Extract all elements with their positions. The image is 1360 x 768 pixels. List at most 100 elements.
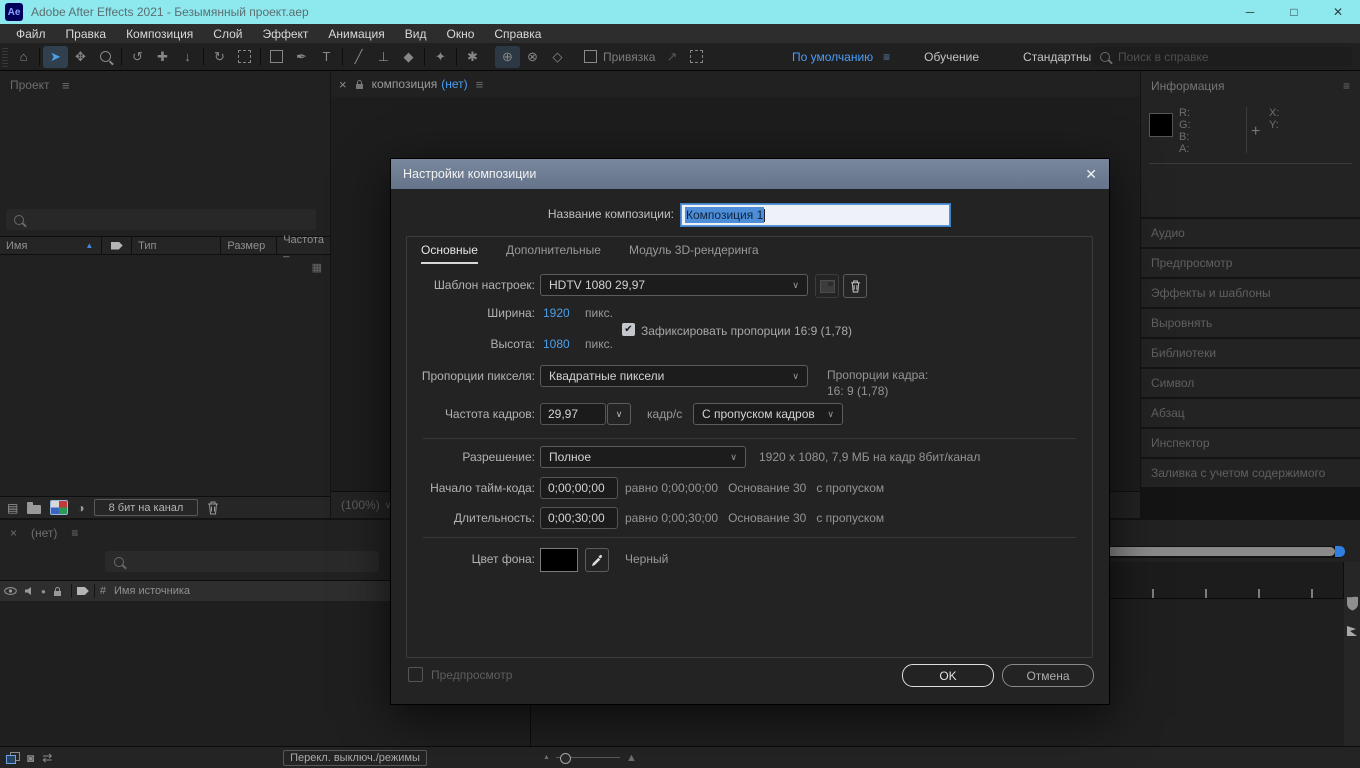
- dialog-tab[interactable]: Модуль 3D-рендеринга: [629, 243, 759, 264]
- menu-item[interactable]: Слой: [203, 27, 252, 41]
- menu-item[interactable]: Анимация: [318, 27, 394, 41]
- panel-header[interactable]: Символ: [1141, 369, 1360, 397]
- source-name-column[interactable]: Имя источника: [114, 585, 190, 597]
- close-icon[interactable]: ✕: [1316, 0, 1360, 24]
- lock-icon[interactable]: [355, 79, 364, 90]
- mask-visibility-icon[interactable]: [684, 46, 709, 68]
- dialog-title-bar[interactable]: Настройки композиции ✕: [391, 159, 1109, 189]
- cancel-button[interactable]: Отмена: [1002, 664, 1094, 687]
- pixel-aspect-dropdown[interactable]: Квадратные пиксели ∨: [540, 365, 808, 387]
- dolly-camera-tool-icon[interactable]: ↓: [175, 46, 200, 68]
- workspace-tab[interactable]: Обучение: [907, 50, 1006, 64]
- comp-marker-icon[interactable]: [1346, 595, 1359, 611]
- panel-menu-icon[interactable]: ≡: [476, 77, 484, 92]
- delete-preset-button[interactable]: [843, 274, 867, 298]
- zoom-out-icon[interactable]: ▲: [543, 754, 550, 761]
- lock-icon[interactable]: [53, 586, 62, 597]
- maximize-icon[interactable]: □: [1272, 0, 1316, 24]
- preview-checkbox[interactable]: [408, 667, 423, 682]
- save-preset-button[interactable]: [815, 274, 839, 298]
- width-value[interactable]: 1920: [543, 306, 570, 320]
- panel-grip[interactable]: [2, 46, 8, 67]
- start-timecode-input[interactable]: 0;00;00;00: [540, 477, 618, 499]
- hand-tool-icon[interactable]: ✥: [68, 46, 93, 68]
- project-search-input[interactable]: [6, 209, 316, 230]
- timeline-search-input[interactable]: [105, 551, 379, 572]
- roto-brush-tool-icon[interactable]: ✦: [428, 46, 453, 68]
- puppet-pin-tool-icon[interactable]: ✱: [460, 46, 485, 68]
- dialog-tab[interactable]: Дополнительные: [506, 243, 601, 264]
- clone-stamp-tool-icon[interactable]: ⊥: [371, 46, 396, 68]
- zoom-slider-knob[interactable]: [559, 753, 571, 764]
- panel-menu-icon[interactable]: ≡: [62, 78, 70, 93]
- preview-toggle[interactable]: Предпросмотр: [408, 667, 512, 682]
- column-size[interactable]: Размер: [221, 237, 278, 254]
- panel-header[interactable]: Заливка с учетом содержимого: [1141, 459, 1360, 487]
- panel-header[interactable]: Библиотеки: [1141, 339, 1360, 367]
- toolbar-separator[interactable]: [456, 47, 457, 66]
- menu-item[interactable]: Файл: [6, 27, 56, 41]
- footage-icon[interactable]: ▤: [7, 501, 18, 515]
- column-name[interactable]: Имя ▲: [0, 237, 103, 254]
- in-out-icon[interactable]: ⇄: [42, 751, 52, 765]
- menu-item[interactable]: Правка: [56, 27, 117, 41]
- viewer-tab-label[interactable]: композиция: [372, 77, 438, 91]
- close-icon[interactable]: ✕: [1085, 166, 1097, 183]
- resolution-dropdown[interactable]: Полное ∨: [540, 446, 746, 468]
- panel-menu-icon[interactable]: ≡: [1343, 79, 1350, 93]
- bit-depth-button[interactable]: 8 бит на канал: [93, 499, 199, 516]
- speaker-icon[interactable]: [24, 586, 34, 596]
- panel-header[interactable]: Эффекты и шаблоны: [1141, 279, 1360, 307]
- preset-dropdown[interactable]: HDTV 1080 29,97 ∨: [540, 274, 808, 296]
- rectangle-tool-icon[interactable]: [264, 46, 289, 68]
- axis-world-icon[interactable]: ⊗: [520, 46, 545, 68]
- trash-icon[interactable]: [207, 501, 219, 515]
- home-icon[interactable]: ⌂: [11, 46, 36, 68]
- timeline-tab[interactable]: × (нет) ≡: [10, 526, 78, 540]
- solo-icon[interactable]: ●: [41, 587, 46, 596]
- zoom-slider-track[interactable]: [555, 753, 620, 764]
- panel-header[interactable]: Выровнять: [1141, 309, 1360, 337]
- ok-button[interactable]: OK: [902, 664, 994, 687]
- toolbar-separator[interactable]: [203, 47, 204, 66]
- snap-option-icon[interactable]: ↗: [659, 46, 684, 68]
- column-label[interactable]: [102, 237, 133, 254]
- time-navigator-end[interactable]: [1335, 546, 1345, 557]
- flowchart-icon[interactable]: ▦: [312, 261, 322, 274]
- snap-checkbox[interactable]: [584, 50, 597, 63]
- dialog-tab[interactable]: Основные: [421, 243, 478, 264]
- viewer-tab-value[interactable]: (нет): [441, 77, 467, 91]
- panel-header[interactable]: Аудио: [1141, 219, 1360, 247]
- menu-item[interactable]: Вид: [395, 27, 437, 41]
- zoom-tool-icon[interactable]: [93, 46, 118, 68]
- graph-editor-icon[interactable]: ◙: [27, 751, 34, 765]
- index-column[interactable]: #: [100, 585, 106, 597]
- lock-aspect-checkbox[interactable]: ✔: [622, 323, 635, 336]
- eyedropper-button[interactable]: [585, 548, 609, 572]
- background-color-swatch[interactable]: [540, 548, 578, 572]
- expand-layers-icon[interactable]: [6, 752, 20, 764]
- workspace-tab[interactable]: По умолчанию ≡: [775, 50, 907, 64]
- type-tool-icon[interactable]: T: [314, 46, 339, 68]
- orbit-camera-tool-icon[interactable]: ↺: [125, 46, 150, 68]
- viewer-zoom-value[interactable]: (100%): [341, 498, 380, 512]
- panel-header[interactable]: Предпросмотр: [1141, 249, 1360, 277]
- pen-tool-icon[interactable]: ✒: [289, 46, 314, 68]
- toolbar-separator[interactable]: [424, 47, 425, 66]
- menu-item[interactable]: Справка: [484, 27, 551, 41]
- help-search-input[interactable]: Поиск в справке: [1092, 47, 1352, 66]
- eraser-tool-icon[interactable]: ◆: [396, 46, 421, 68]
- menu-item[interactable]: Окно: [436, 27, 484, 41]
- composition-name-input[interactable]: Композиция 1: [681, 204, 950, 226]
- pan-camera-tool-icon[interactable]: ✚: [150, 46, 175, 68]
- panel-header[interactable]: Абзац: [1141, 399, 1360, 427]
- close-tab-icon[interactable]: ×: [10, 526, 17, 540]
- column-type[interactable]: Тип: [132, 237, 222, 254]
- eye-icon[interactable]: [4, 587, 17, 595]
- new-composition-icon[interactable]: [50, 500, 69, 515]
- minimize-icon[interactable]: ─: [1228, 0, 1272, 24]
- drop-frame-dropdown[interactable]: С пропуском кадров ∨: [693, 403, 843, 425]
- menu-item[interactable]: Эффект: [252, 27, 318, 41]
- close-tab-icon[interactable]: ×: [339, 77, 347, 92]
- frame-rate-chevron-button[interactable]: ∨: [607, 403, 631, 425]
